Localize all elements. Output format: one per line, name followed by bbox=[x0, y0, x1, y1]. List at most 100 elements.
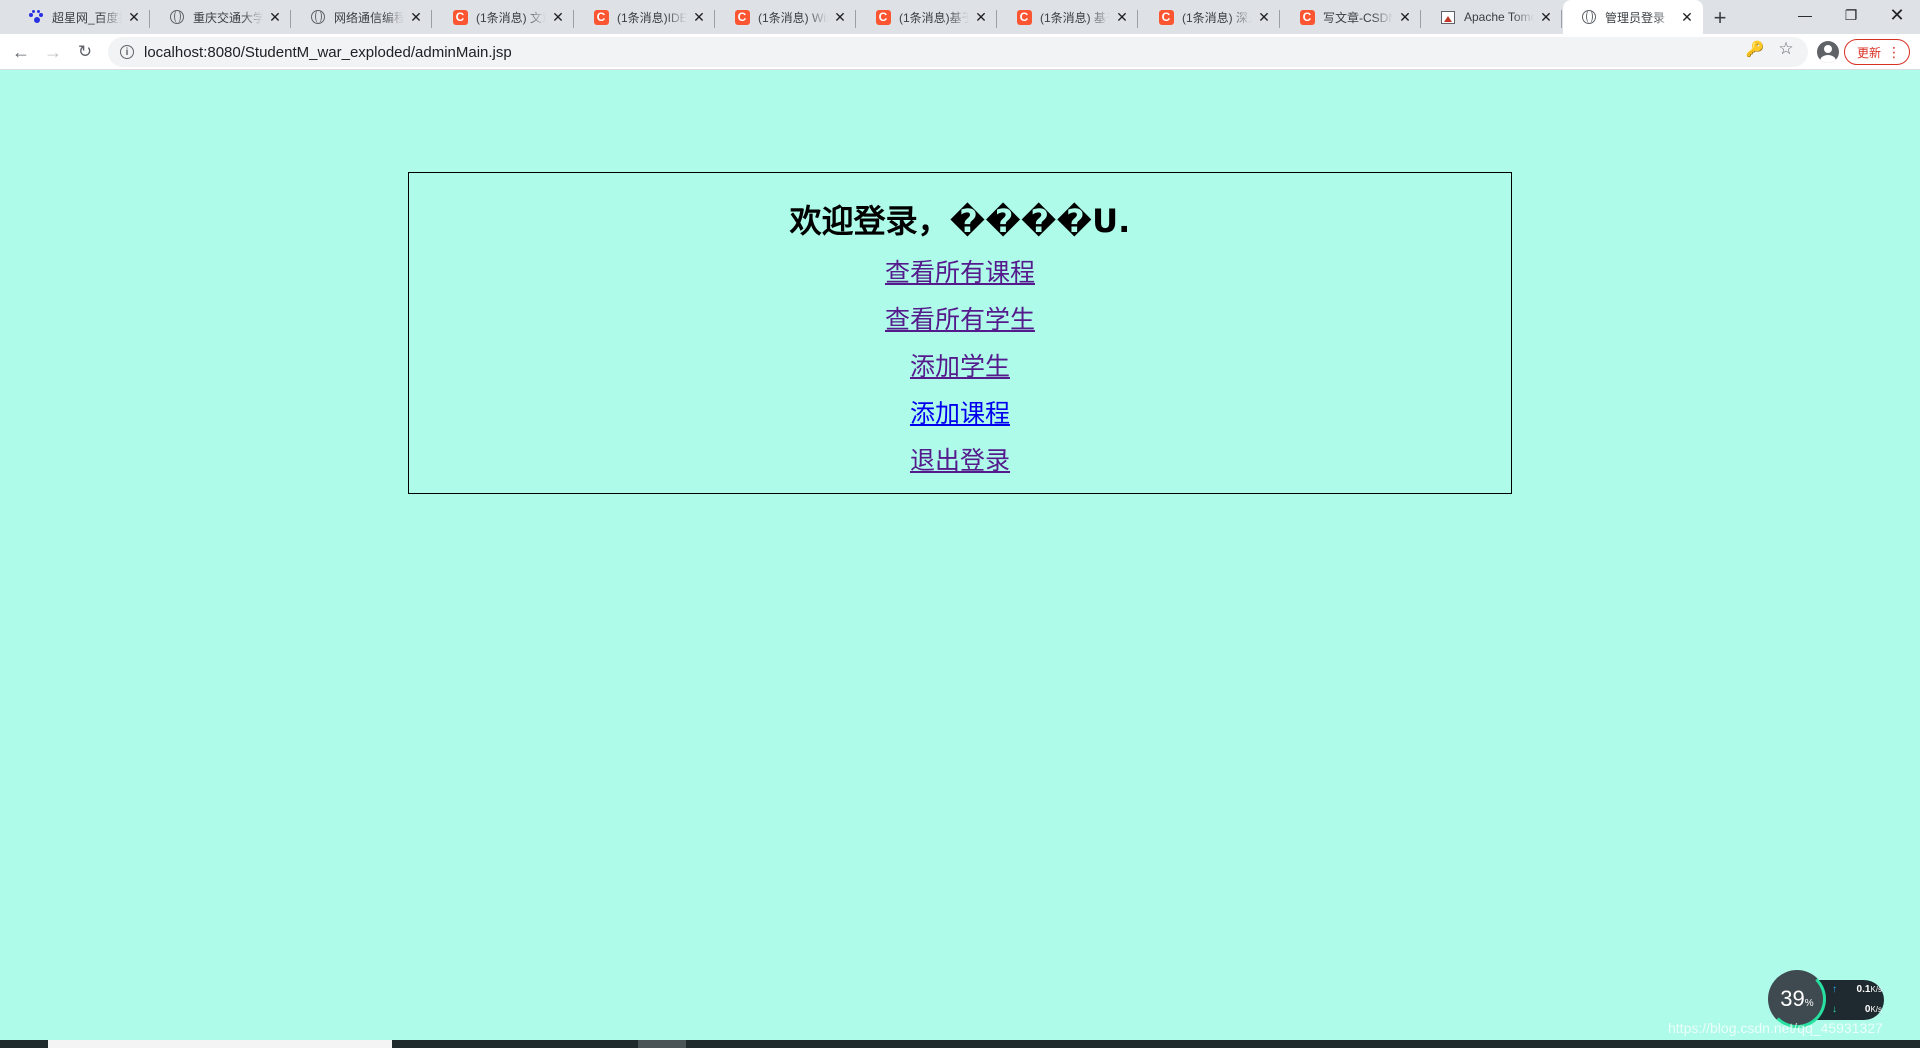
tab-close-icon[interactable]: ✕ bbox=[1397, 9, 1413, 25]
admin-nav-link[interactable]: 添加课程 bbox=[910, 390, 1010, 437]
baidu-icon bbox=[28, 9, 44, 25]
tab-title: (1条消息)IDEA bbox=[617, 10, 687, 25]
welcome-heading: 欢迎登录，����U. bbox=[789, 202, 1131, 240]
tab-title: (1条消息)基于 bbox=[899, 10, 969, 25]
browser-tab[interactable]: C (1条消息)基于 ✕ bbox=[857, 2, 997, 32]
csdn-icon: C bbox=[1299, 9, 1315, 25]
tab-title: (1条消息) 文章 bbox=[476, 10, 546, 25]
bookmark-star-icon[interactable]: ☆ bbox=[1776, 39, 1796, 59]
tab-separator bbox=[1561, 10, 1562, 28]
csdn-icon: C bbox=[734, 9, 750, 25]
tab-separator bbox=[290, 10, 291, 28]
tab-close-icon[interactable]: ✕ bbox=[267, 9, 283, 25]
browser-tab[interactable]: Apache Tomcat ✕ bbox=[1422, 2, 1562, 32]
tab-close-icon[interactable]: ✕ bbox=[126, 9, 142, 25]
tab-close-icon[interactable]: ✕ bbox=[1538, 9, 1554, 25]
tab-separator bbox=[1137, 10, 1138, 28]
profile-avatar-icon[interactable] bbox=[1817, 41, 1839, 63]
globe-icon bbox=[1581, 9, 1597, 25]
tab-separator bbox=[1279, 10, 1280, 28]
admin-nav-link[interactable]: 查看所有课程 bbox=[885, 249, 1035, 296]
admin-nav-links: 查看所有课程 查看所有学生 添加学生 添加课程 退出登录 bbox=[409, 249, 1511, 484]
csdn-icon: C bbox=[593, 9, 609, 25]
watermark-text: https://blog.csdn.net/qq_45931327 bbox=[1668, 1020, 1883, 1036]
restore-button[interactable]: ❐ bbox=[1828, 0, 1874, 30]
network-speed-widget[interactable]: 39% ↑ 0.1K/s ↓ 0K/s bbox=[1768, 970, 1886, 1028]
address-bar[interactable]: i localhost:8080/StudentM_war_exploded/a… bbox=[108, 37, 1808, 67]
upload-rate: ↑ 0.1K/s bbox=[1832, 984, 1882, 995]
admin-nav-link[interactable]: 查看所有学生 bbox=[885, 296, 1035, 343]
tab-close-icon[interactable]: ✕ bbox=[1256, 9, 1272, 25]
url-path: :8080/StudentM_war_exploded/adminMain.js… bbox=[203, 43, 512, 61]
tab-close-icon[interactable]: ✕ bbox=[1679, 9, 1695, 25]
download-unit: K/s bbox=[1870, 1005, 1882, 1014]
tab-title: 网络通信编程 bbox=[334, 10, 404, 25]
download-rate: ↓ 0K/s bbox=[1832, 1004, 1882, 1015]
browser-tab[interactable]: C (1条消息) 基于 ✕ bbox=[998, 2, 1138, 32]
tab-title: (1条消息) Win bbox=[758, 10, 828, 25]
tab-title: 写文章-CSDN bbox=[1323, 10, 1393, 25]
browser-tab[interactable]: C 写文章-CSDN ✕ bbox=[1281, 2, 1421, 32]
info-icon[interactable]: i bbox=[120, 45, 134, 59]
tab-separator bbox=[855, 10, 856, 28]
tab-separator bbox=[431, 10, 432, 28]
csdn-icon: C bbox=[1158, 9, 1174, 25]
taskbar-strip bbox=[0, 1040, 1920, 1048]
tab-close-icon[interactable]: ✕ bbox=[1114, 9, 1130, 25]
upload-value: 0.1 bbox=[1856, 984, 1871, 995]
admin-nav-link[interactable]: 添加学生 bbox=[910, 343, 1010, 390]
csdn-icon: C bbox=[875, 9, 891, 25]
admin-main-panel: 欢迎登录，����U. 查看所有课程 查看所有学生 添加学生 添加课程 退出登录 bbox=[408, 172, 1512, 494]
browser-tab[interactable]: 管理员登录 ✕ bbox=[1563, 0, 1703, 34]
url-host: localhost bbox=[144, 43, 204, 61]
usage-percent: 39 bbox=[1780, 986, 1805, 1011]
tab-separator bbox=[573, 10, 574, 28]
tab-strip: 超星网_百度搜索 ✕ 重庆交通大学 ✕ 网络通信编程 ✕ C (1条消息) 文章 ✕ C (1条消息… bbox=[0, 0, 1920, 34]
browser-tab[interactable]: C (1条消息) Win ✕ bbox=[716, 2, 856, 32]
globe-icon bbox=[310, 9, 326, 25]
tab-separator bbox=[1420, 10, 1421, 28]
tab-title: (1条消息) 基于 bbox=[1040, 10, 1110, 25]
globe-icon bbox=[169, 9, 185, 25]
back-button[interactable]: ← bbox=[6, 37, 36, 67]
update-button[interactable]: 更新 ⋮ bbox=[1844, 39, 1910, 65]
tab-close-icon[interactable]: ✕ bbox=[832, 9, 848, 25]
tab-title: (1条消息) 深入 bbox=[1182, 10, 1252, 25]
image-icon bbox=[1440, 9, 1456, 25]
csdn-icon: C bbox=[452, 9, 468, 25]
close-window-button[interactable]: ✕ bbox=[1874, 0, 1920, 30]
tab-separator bbox=[996, 10, 997, 28]
download-arrow-icon: ↓ bbox=[1832, 1004, 1837, 1015]
forward-button[interactable]: → bbox=[38, 37, 68, 67]
tab-separator bbox=[149, 10, 150, 28]
tab-separator bbox=[714, 10, 715, 28]
taskbar-search-box[interactable] bbox=[48, 1040, 392, 1048]
admin-nav-link[interactable]: 退出登录 bbox=[910, 437, 1010, 484]
browser-tab[interactable]: C (1条消息) 文章 ✕ bbox=[434, 2, 574, 32]
browser-tab[interactable]: C (1条消息) 深入 ✕ bbox=[1140, 2, 1280, 32]
key-icon[interactable]: 🔑 bbox=[1745, 39, 1765, 59]
browser-toolbar: ← → ↻ i localhost:8080/StudentM_war_expl… bbox=[0, 34, 1920, 70]
tab-close-icon[interactable]: ✕ bbox=[691, 9, 707, 25]
url-text[interactable]: localhost:8080/StudentM_war_exploded/adm… bbox=[144, 44, 512, 61]
new-tab-button[interactable]: + bbox=[1706, 4, 1734, 32]
tab-title: 管理员登录 bbox=[1605, 10, 1666, 25]
tab-title: 超星网_百度搜索 bbox=[52, 10, 122, 25]
upload-arrow-icon: ↑ bbox=[1832, 984, 1837, 995]
taskbar-active-app[interactable] bbox=[638, 1040, 686, 1048]
browser-tab[interactable]: C (1条消息)IDEA ✕ bbox=[575, 2, 715, 32]
tab-close-icon[interactable]: ✕ bbox=[408, 9, 424, 25]
upload-unit: K/s bbox=[1870, 985, 1882, 994]
menu-dots-icon: ⋮ bbox=[1887, 44, 1901, 60]
tab-close-icon[interactable]: ✕ bbox=[973, 9, 989, 25]
update-label: 更新 bbox=[1857, 45, 1882, 60]
tab-close-icon[interactable]: ✕ bbox=[550, 9, 566, 25]
csdn-icon: C bbox=[1016, 9, 1032, 25]
browser-tab[interactable]: 网络通信编程 ✕ bbox=[292, 2, 432, 32]
browser-tab[interactable]: 超星网_百度搜索 ✕ bbox=[10, 2, 150, 32]
usage-percent-unit: % bbox=[1804, 997, 1814, 1009]
reload-button[interactable]: ↻ bbox=[70, 37, 100, 67]
tab-title: 重庆交通大学 bbox=[193, 10, 263, 25]
minimize-button[interactable]: — bbox=[1782, 0, 1828, 30]
browser-tab[interactable]: 重庆交通大学 ✕ bbox=[151, 2, 291, 32]
